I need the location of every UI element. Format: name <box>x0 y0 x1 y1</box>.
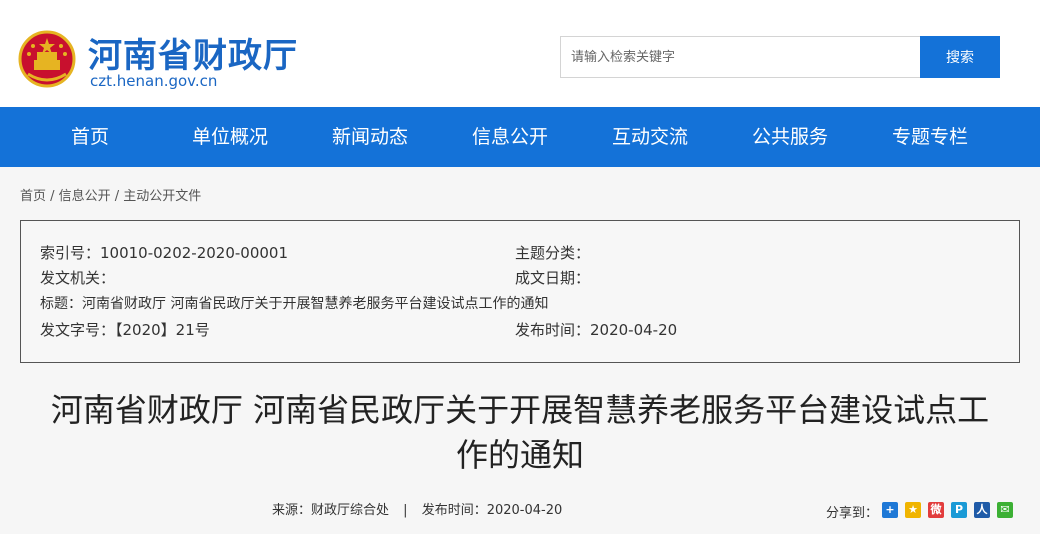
tencent-weibo-icon[interactable]: P <box>951 502 967 518</box>
article-source-line: 来源：财政厅综合处 | 发布时间：2020-04-20 <box>272 499 562 518</box>
article-publish-time: 发布时间：2020-04-20 <box>421 503 563 518</box>
search-button[interactable]: 搜索 <box>920 36 1000 78</box>
meta-index-no: 索引号：10010-0202-2020-00001 <box>40 244 289 262</box>
national-emblem-icon <box>18 30 76 88</box>
site-title[interactable]: 河南省财政厅 <box>88 28 298 77</box>
article-title: 河南省财政厅 河南省民政厅关于开展智慧养老服务平台建设试点工 作的通知 <box>10 388 1030 478</box>
meta-created-date: 成文日期： <box>515 269 591 287</box>
wechat-icon[interactable]: ✉ <box>997 502 1013 518</box>
site-url: czt.henan.gov.cn <box>90 72 218 90</box>
source-separator: | <box>403 503 408 518</box>
meta-doc-no: 发文字号：【2020】21号 <box>40 321 210 339</box>
nav-item-home[interactable]: 首页 <box>20 107 160 167</box>
site-header: 河南省财政厅 czt.henan.gov.cn 搜索 <box>0 0 1040 107</box>
renren-icon[interactable]: 人 <box>974 502 990 518</box>
meta-published: 发布时间：2020-04-20 <box>515 321 678 339</box>
meta-title: 标题：河南省财政厅 河南省民政厅关于开展智慧养老服务平台建设试点工作的通知 <box>40 296 549 312</box>
share-label: 分享到： <box>826 506 879 521</box>
weibo-icon[interactable]: 微 <box>928 502 944 518</box>
plus-share-icon[interactable]: + <box>882 502 898 518</box>
qzone-icon[interactable]: ★ <box>905 502 921 518</box>
article-title-line-2: 作的通知 <box>455 436 584 474</box>
document-meta-box: 索引号：10010-0202-2020-00001 主题分类： 发文机关： 成文… <box>20 220 1020 363</box>
nav-item-special-topics[interactable]: 专题专栏 <box>860 107 1000 167</box>
nav-item-about[interactable]: 单位概况 <box>160 107 300 167</box>
article-source: 来源：财政厅综合处 <box>272 503 390 518</box>
main-nav: 首页 单位概况 新闻动态 信息公开 互动交流 公共服务 专题专栏 <box>0 107 1040 167</box>
nav-item-public-service[interactable]: 公共服务 <box>720 107 860 167</box>
meta-issuer: 发文机关： <box>40 269 116 287</box>
breadcrumb[interactable]: 首页 / 信息公开 / 主动公开文件 <box>20 185 201 204</box>
search-input[interactable] <box>560 36 922 78</box>
article-title-line-1: 河南省财政厅 河南省民政厅关于开展智慧养老服务平台建设试点工 <box>50 391 990 429</box>
nav-item-interaction[interactable]: 互动交流 <box>580 107 720 167</box>
nav-item-news[interactable]: 新闻动态 <box>300 107 440 167</box>
meta-subject: 主题分类： <box>515 244 591 262</box>
nav-item-info-disclosure[interactable]: 信息公开 <box>440 107 580 167</box>
